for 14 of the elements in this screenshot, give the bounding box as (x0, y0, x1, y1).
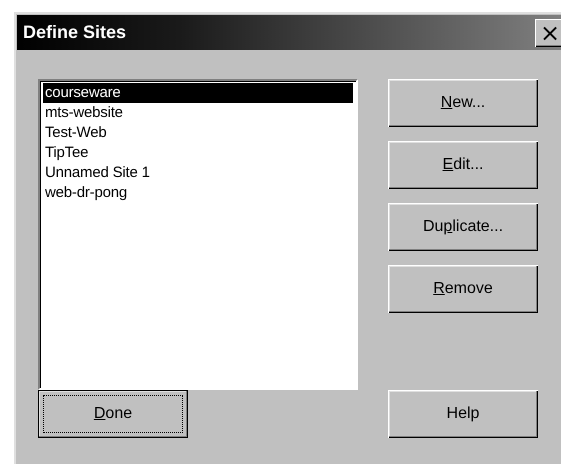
dialog-button[interactable]: Edit... (388, 141, 538, 189)
window-title: Define Sites (23, 22, 126, 43)
close-button[interactable]: × (535, 18, 561, 46)
list-item[interactable]: courseware (43, 83, 353, 103)
dialog-button[interactable]: Remove (388, 265, 538, 313)
list-item[interactable]: TipTee (43, 143, 353, 163)
dialog-button[interactable]: Done (38, 390, 188, 438)
dialog-button[interactable]: New... (388, 79, 538, 127)
list-item[interactable]: Test-Web (43, 123, 353, 143)
dialog-button[interactable]: Duplicate... (388, 203, 538, 251)
list-item[interactable]: web-dr-pong (43, 183, 353, 203)
list-item[interactable]: Unnamed Site 1 (43, 163, 353, 183)
list-item[interactable]: mts-website (43, 103, 353, 123)
dialog-button[interactable]: Help (388, 390, 538, 438)
